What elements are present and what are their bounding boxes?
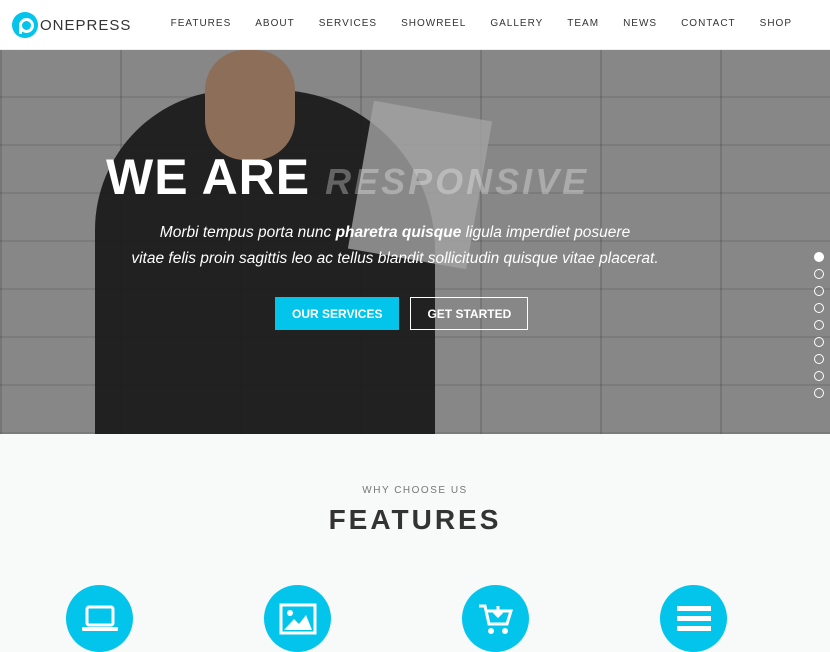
logo-icon (12, 12, 38, 38)
section-nav-dots (814, 252, 824, 398)
hero-subtitle: Morbi tempus porta nunc pharetra quisque… (0, 220, 790, 272)
subtitle-part: ligula imperdiet posuere (461, 224, 631, 241)
laptop-icon (66, 585, 133, 652)
nav-showreel[interactable]: SHOWREEL (401, 18, 466, 29)
subtitle-line2: vitae felis proin sagittis leo ac tellus… (131, 250, 659, 267)
nav-shop[interactable]: SHOP (760, 18, 792, 29)
subtitle-part: Morbi tempus porta nunc (159, 224, 336, 241)
section-dot[interactable] (814, 320, 824, 330)
nav-about[interactable]: ABOUT (255, 18, 294, 29)
hero-title: WE ARE RESPONSIVE (106, 148, 589, 206)
section-dot[interactable] (814, 337, 824, 347)
cart-download-icon (462, 585, 529, 652)
section-title: FEATURES (328, 504, 502, 535)
main-nav: FEATURES ABOUT SERVICES SHOWREEL GALLERY… (171, 18, 792, 29)
site-header: ONEPRESS FEATURES ABOUT SERVICES SHOWREE… (0, 0, 830, 50)
image-icon (264, 585, 331, 652)
section-dot[interactable] (814, 252, 824, 262)
bars-icon (660, 585, 727, 652)
section-dot[interactable] (814, 269, 824, 279)
section-dot[interactable] (814, 286, 824, 296)
get-started-button[interactable]: GET STARTED (410, 297, 529, 330)
section-dot[interactable] (814, 303, 824, 313)
nav-team[interactable]: TEAM (567, 18, 599, 29)
nav-features[interactable]: FEATURES (171, 18, 232, 29)
nav-gallery[interactable]: GALLERY (490, 18, 543, 29)
logo[interactable]: ONEPRESS (12, 12, 131, 38)
section-dot[interactable] (814, 388, 824, 398)
nav-services[interactable]: SERVICES (319, 18, 377, 29)
title-static: WE ARE (106, 149, 311, 205)
hero-section: WE ARE RESPONSIVE Morbi tempus porta nun… (0, 50, 830, 434)
section-kicker: WHY CHOOSE US (362, 485, 468, 496)
subtitle-bold: pharetra quisque (335, 224, 462, 241)
our-services-button[interactable]: OUR SERVICES (275, 297, 400, 330)
features-section: WHY CHOOSE US FEATURES (0, 434, 830, 652)
section-dot[interactable] (814, 371, 824, 381)
title-rotating: RESPONSIVE (325, 161, 590, 202)
nav-contact[interactable]: CONTACT (681, 18, 736, 29)
section-dot[interactable] (814, 354, 824, 364)
nav-news[interactable]: NEWS (623, 18, 657, 29)
